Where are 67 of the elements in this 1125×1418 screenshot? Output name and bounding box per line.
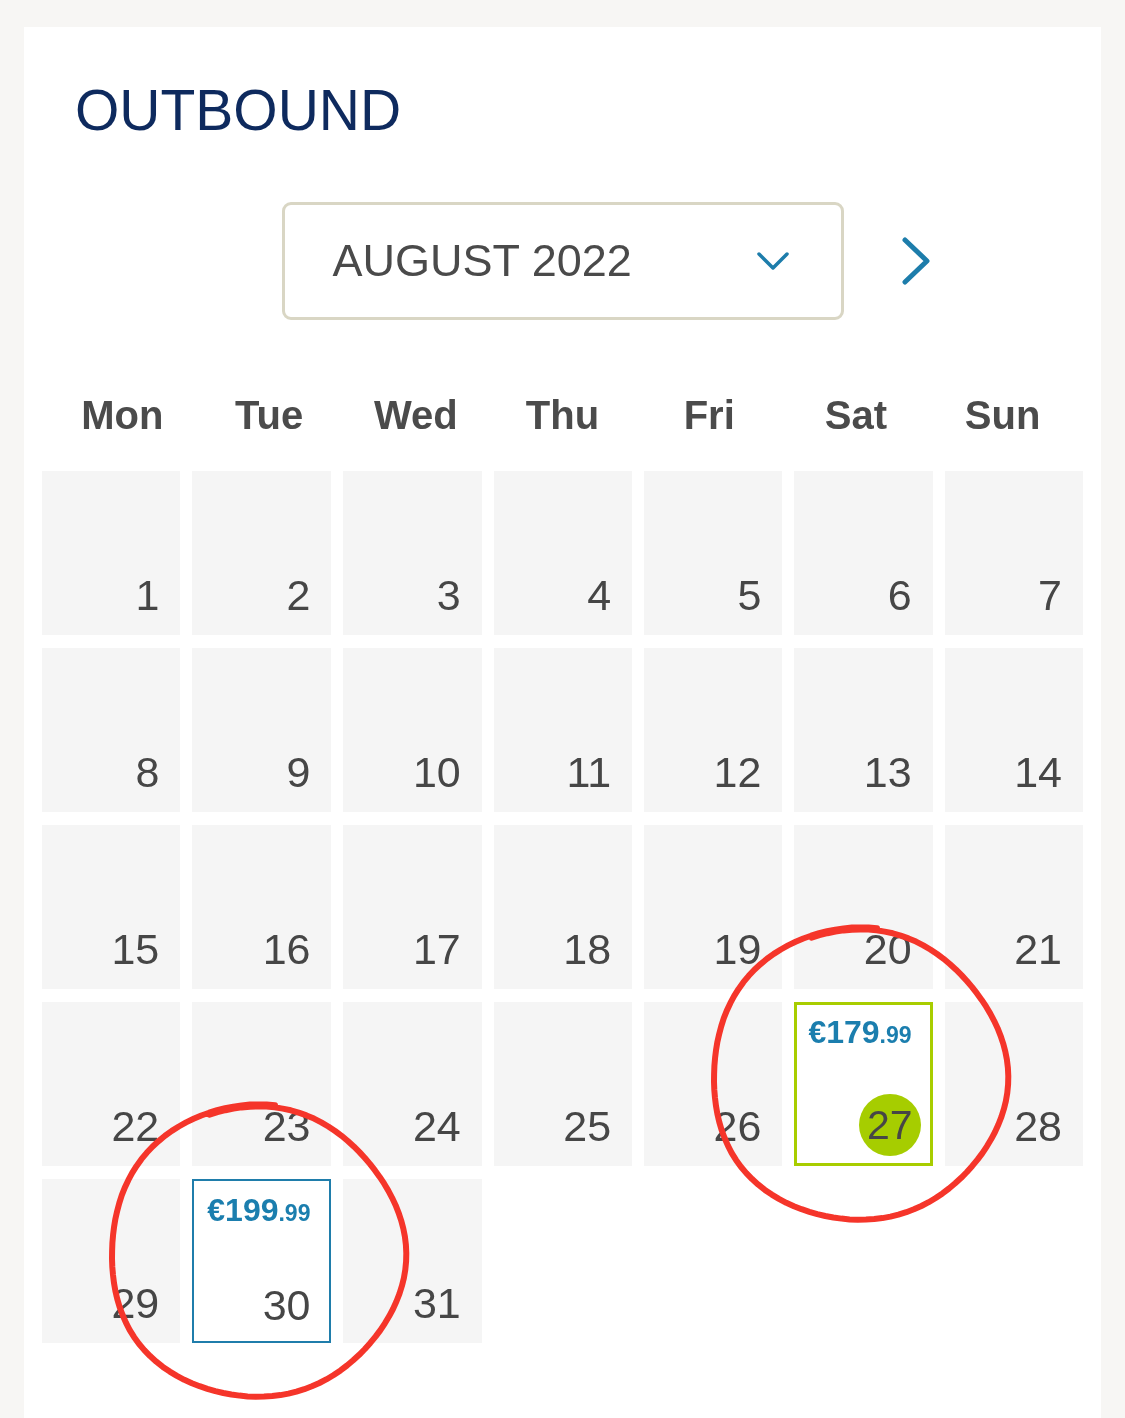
day-cell[interactable]: 2 [192,471,332,635]
day-cell[interactable]: 25 [493,1002,633,1166]
day-number: 6 [887,574,912,617]
day-cell[interactable]: €179.99 27 [794,1002,933,1166]
day-cell[interactable]: 18 [493,825,633,989]
day-number: 11 [566,751,612,794]
section-title: OUTBOUND [74,77,403,144]
price-label: €199.99 [207,1194,311,1226]
day-number: 4 [587,574,612,617]
day-number: 10 [412,751,461,794]
weekday-label: Thu [525,392,600,439]
day-number: 31 [412,1282,461,1325]
day-number: 7 [1038,574,1062,617]
day-number: 12 [713,751,762,794]
day-cell[interactable]: 12 [644,648,783,812]
weekday-label: Tue [235,392,304,439]
day-number: 15 [111,928,160,971]
selected-day-number: 27 [858,1094,921,1156]
chevron-right-icon[interactable] [901,237,930,285]
weekday-label: Mon [81,392,164,439]
day-cell[interactable]: 3 [343,471,482,635]
day-number: 17 [412,928,461,971]
day-cell[interactable]: 11 [493,648,633,812]
month-dropdown[interactable]: AUGUST 2022 [281,202,844,320]
day-number: 18 [563,928,612,971]
day-number: 25 [563,1105,612,1148]
day-cell[interactable]: 6 [794,471,933,635]
day-number: 13 [863,751,912,794]
day-cell[interactable]: €199.99 30 [192,1179,332,1343]
day-cell[interactable]: 21 [944,825,1083,989]
day-number: 28 [1014,1105,1062,1148]
day-cell[interactable]: 24 [343,1002,482,1166]
day-number: 14 [1014,751,1062,794]
day-number: 5 [737,574,762,617]
day-cell[interactable]: 5 [644,471,783,635]
day-number: 19 [713,928,762,971]
weekday-label: Wed [373,392,458,439]
day-cell[interactable]: 31 [343,1179,482,1343]
day-cell[interactable]: 16 [192,825,332,989]
day-number: 1 [135,574,160,617]
day-number: 9 [286,751,311,794]
day-cell[interactable]: 7 [944,471,1083,635]
day-cell[interactable]: 19 [644,825,783,989]
day-number: 30 [262,1284,311,1327]
chevron-down-icon [756,252,789,270]
day-cell[interactable]: 14 [944,648,1083,812]
price-label: €179.99 [808,1016,912,1048]
day-number: 22 [111,1105,160,1148]
day-number: 3 [436,574,461,617]
day-number: 24 [412,1105,461,1148]
day-cell[interactable]: 1 [42,471,181,635]
weekday-label: Sun [964,392,1041,439]
day-cell[interactable]: 15 [42,825,181,989]
day-number: 2 [286,574,311,617]
day-number: 21 [1014,928,1062,971]
day-cell[interactable]: 9 [192,648,332,812]
day-cell[interactable]: 8 [42,648,181,812]
day-cell[interactable]: 13 [794,648,933,812]
weekday-label: Sat [824,392,888,439]
day-cell[interactable]: 22 [42,1002,181,1166]
day-cell[interactable]: 4 [493,471,633,635]
day-number: 8 [135,751,160,794]
day-number: 16 [262,928,311,971]
day-cell[interactable]: 17 [343,825,482,989]
day-cell[interactable]: 10 [343,648,482,812]
weekday-label: Fri [683,392,735,439]
day-cell[interactable]: 28 [944,1002,1083,1166]
